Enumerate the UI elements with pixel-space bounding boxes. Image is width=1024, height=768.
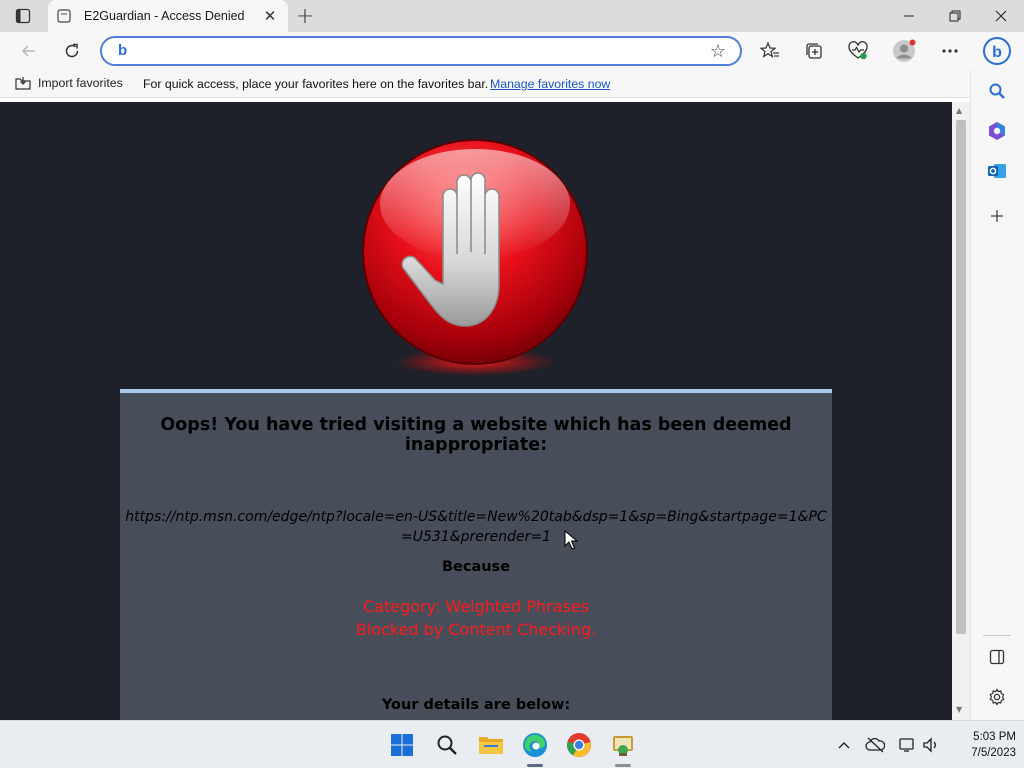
edge-browser-icon[interactable] [519, 729, 551, 761]
import-favorites-icon [15, 77, 31, 90]
profile-avatar-icon[interactable] [889, 36, 919, 66]
edge-active-indicator [527, 764, 543, 767]
scroll-up-icon[interactable]: ▲ [956, 106, 962, 115]
clock-time: 5:03 PM [973, 731, 1016, 743]
outlook-icon[interactable] [982, 156, 1012, 186]
volume-icon[interactable] [920, 735, 942, 755]
sidebar-panel-icon[interactable] [982, 642, 1012, 672]
tab-title: E2Guardian - Access Denied [84, 9, 245, 23]
chevron-up-icon[interactable] [833, 735, 855, 755]
close-tab-icon[interactable]: ✕ [260, 6, 280, 26]
tab-actions-icon[interactable] [8, 4, 38, 28]
close-window-button[interactable] [978, 0, 1024, 32]
page-content: Oops! You have tried visiting a website … [0, 102, 952, 720]
tab-active[interactable]: E2Guardian - Access Denied ✕ [48, 0, 288, 32]
page-scrollbar[interactable]: ▲ ▼ [952, 102, 970, 720]
reason-line: Blocked by Content Checking. [355, 620, 597, 639]
taskbar-search-icon[interactable] [431, 729, 463, 761]
network-app-icon[interactable] [607, 729, 639, 761]
edge-sidebar [970, 70, 1024, 720]
file-explorer-icon[interactable] [475, 729, 507, 761]
favorites-bar-message: For quick access, place your favorites h… [143, 77, 489, 91]
windows-taskbar: 5:03 PM 7/5/2023 [0, 720, 1024, 768]
office-icon[interactable] [982, 116, 1012, 146]
address-bar[interactable]: b ☆ [100, 36, 742, 66]
block-reason: Category: Weighted Phrases Blocked by Co… [120, 595, 832, 641]
windows-start-icon[interactable] [386, 729, 418, 761]
system-clock[interactable]: 5:03 PM 7/5/2023 [950, 729, 1016, 761]
stop-hand-icon [362, 139, 588, 376]
favorites-bar: Import favorites For quick access, place… [0, 70, 970, 98]
chrome-browser-icon[interactable] [563, 729, 595, 761]
network-icon[interactable] [896, 735, 918, 755]
mouse-cursor-icon [564, 530, 578, 550]
address-input[interactable] [138, 41, 698, 61]
clock-date: 7/5/2023 [971, 747, 1016, 759]
scrollbar-thumb[interactable] [956, 120, 966, 634]
plus-icon[interactable] [982, 201, 1012, 231]
access-denied-panel: Oops! You have tried visiting a website … [120, 389, 832, 720]
blocked-url: https://ntp.msn.com/edge/ntp?locale=en-U… [125, 509, 827, 545]
svg-text:b: b [992, 44, 1002, 61]
back-arrow-icon[interactable] [14, 36, 44, 66]
import-favorites-label: Import favorites [38, 76, 123, 90]
search-icon[interactable] [982, 76, 1012, 106]
star-icon[interactable]: ☆ [710, 41, 726, 62]
collections-icon[interactable] [799, 36, 829, 66]
tab-strip: E2Guardian - Access Denied ✕ + [0, 0, 1024, 32]
minimize-button[interactable] [886, 0, 932, 32]
new-tab-button[interactable]: + [292, 4, 318, 29]
page-favicon-icon [56, 8, 72, 24]
app-open-indicator [615, 764, 631, 767]
because-label: Because [441, 559, 511, 575]
bing-copilot-icon[interactable]: b [982, 36, 1012, 66]
favorites-icon[interactable] [755, 36, 785, 66]
onedrive-offline-icon[interactable] [864, 735, 886, 755]
restore-button[interactable] [932, 0, 978, 32]
gear-icon[interactable] [982, 682, 1012, 712]
scroll-down-icon[interactable]: ▼ [956, 705, 962, 714]
browser-toolbar: b ☆ b [0, 32, 1024, 70]
details-label: Your details are below: [381, 697, 571, 713]
bing-logo-icon: b [118, 42, 128, 59]
refresh-icon[interactable] [57, 36, 87, 66]
manage-favorites-link[interactable]: Manage favorites now [490, 77, 610, 91]
category-line: Category: Weighted Phrases [363, 597, 589, 616]
heart-pulse-icon[interactable] [843, 36, 873, 66]
sidebar-divider [983, 635, 1011, 636]
denied-headline: Oops! You have tried visiting a website … [160, 415, 792, 455]
import-favorites-button[interactable]: Import favorites [14, 76, 123, 90]
ellipsis-icon[interactable] [935, 36, 965, 66]
